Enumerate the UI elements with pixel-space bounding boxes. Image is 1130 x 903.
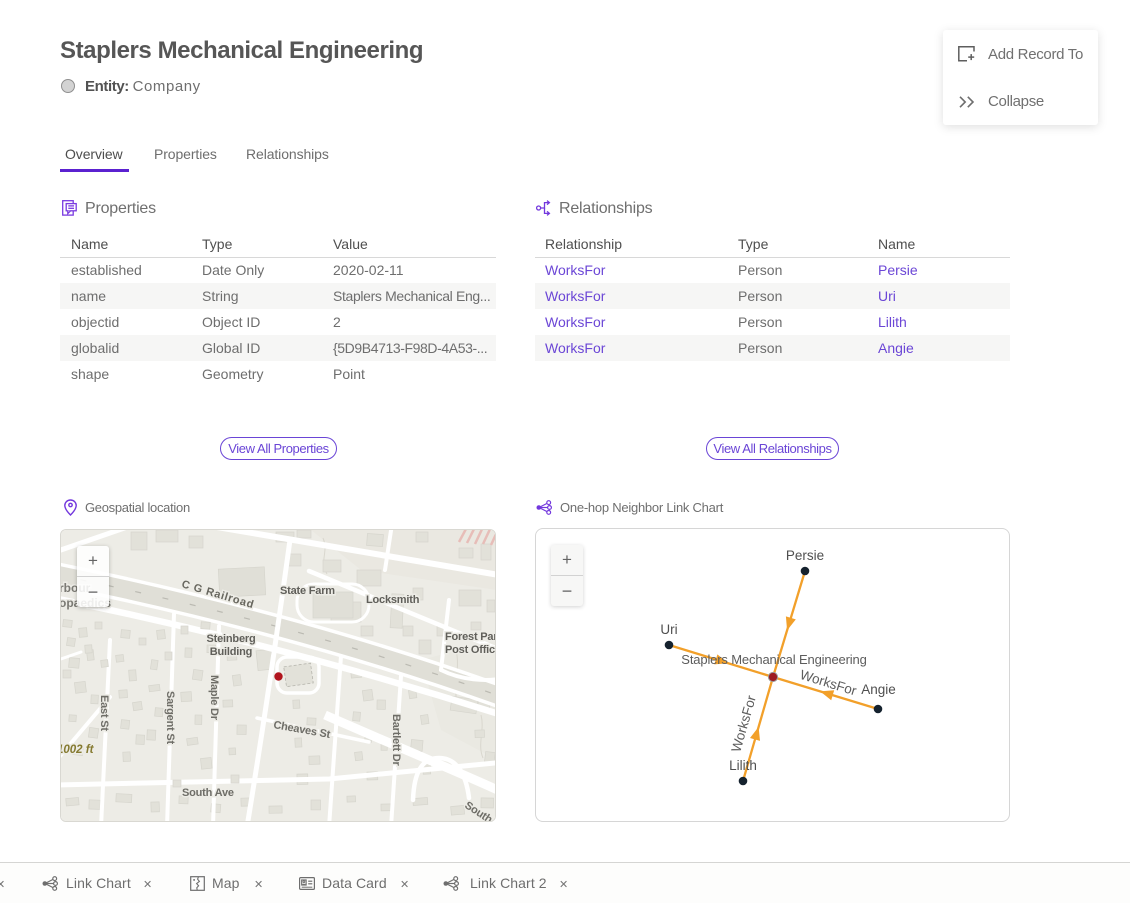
svg-text:Locksmith: Locksmith <box>366 594 420 606</box>
svg-text:Post Office: Post Office <box>445 644 496 656</box>
svg-text:Maple Dr: Maple Dr <box>208 675 220 721</box>
svg-text:Forest Park: Forest Park <box>445 631 496 643</box>
svg-text:Staplers Mechanical Engineerin: Staplers Mechanical Engineering <box>681 652 866 667</box>
svg-text:Steinberg: Steinberg <box>207 633 256 645</box>
svg-text:East St: East St <box>98 695 110 731</box>
svg-text:Sargent St: Sargent St <box>164 691 176 745</box>
svg-text:Persie: Persie <box>786 548 824 563</box>
svg-text:Uri: Uri <box>660 622 677 637</box>
svg-text:Bartlett Dr: Bartlett Dr <box>390 714 402 767</box>
svg-text:State Farm: State Farm <box>280 585 335 597</box>
svg-text:1002 ft: 1002 ft <box>61 744 95 756</box>
svg-text:South Ave: South Ave <box>182 787 234 799</box>
svg-text:Building: Building <box>210 646 252 658</box>
svg-text:Lilith: Lilith <box>729 758 757 773</box>
svg-text:Angie: Angie <box>861 682 896 697</box>
